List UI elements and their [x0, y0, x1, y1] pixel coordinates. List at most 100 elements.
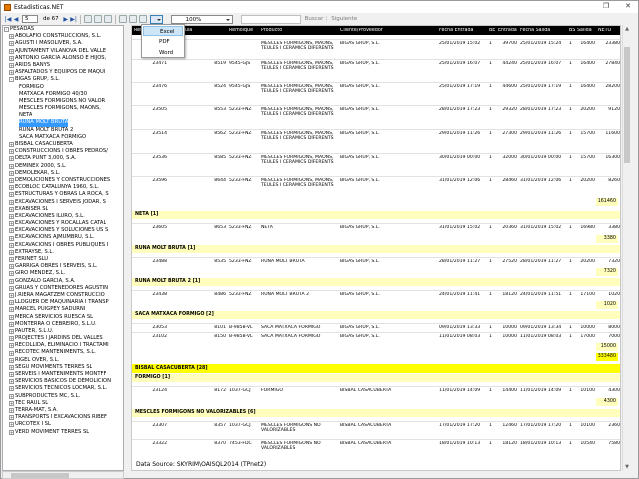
tree-item[interactable]: + TEC RAUL SL [3, 400, 123, 407]
column-header[interactable]: NETO [598, 28, 620, 33]
refresh-icon[interactable] [103, 15, 112, 23]
column-header[interactable]: BS [569, 28, 577, 33]
expand-icon[interactable]: + [9, 379, 14, 385]
expand-icon[interactable]: + [9, 242, 14, 248]
scroll-thumb[interactable] [624, 47, 630, 163]
expand-icon[interactable]: + [9, 34, 14, 40]
expand-icon[interactable]: + [9, 228, 14, 234]
expand-icon[interactable]: + [9, 185, 14, 191]
export-word-item[interactable]: Word [143, 48, 183, 58]
next-page-icon[interactable]: ▶ [62, 16, 70, 23]
tree-item[interactable]: + ASFALTADOS Y EQUIPOS DE MAQUI [3, 69, 123, 76]
tree-item[interactable]: + LLOGUER DE MAQUINARIA I TRANSP [3, 299, 123, 306]
tree-item[interactable]: + URCOTEX I SL [3, 421, 123, 428]
back-icon[interactable] [83, 15, 92, 23]
column-header[interactable]: Entrada [498, 28, 519, 33]
expand-icon[interactable]: + [9, 70, 14, 76]
tree-item[interactable]: + GONZALO GARCIA, S.A. [3, 278, 123, 285]
expand-icon[interactable]: + [9, 213, 14, 219]
tree-item[interactable]: + ARIDS BANYS [3, 62, 123, 69]
tree-item[interactable]: + ANTONIO GARCIA ALONSO E HIJOS, [3, 55, 123, 62]
expand-icon[interactable]: + [9, 55, 14, 61]
first-page-icon[interactable]: |◀ [4, 16, 12, 23]
tree-item[interactable]: + VERD MOVIMENT TERRES SL [3, 429, 123, 436]
expand-icon[interactable]: + [9, 328, 14, 334]
expand-icon[interactable]: + [9, 364, 14, 370]
column-header[interactable]: Producto [261, 28, 339, 33]
tree-item[interactable]: MESCLES FORMIGONS, MAONS, [3, 105, 123, 112]
find-text-input[interactable] [240, 14, 301, 24]
tree-item[interactable]: + EXTRAYSE, S.L. [3, 249, 123, 256]
expand-icon[interactable]: + [9, 343, 14, 349]
expand-icon[interactable]: + [9, 285, 14, 291]
tree-item[interactable]: + SERVICIOS BÁSICOS DE DEMOLICIÓN [3, 378, 123, 385]
tree-item[interactable]: + J.RIERA MAGATZEM CONSTRUCCIO [3, 292, 123, 299]
expand-icon[interactable]: + [9, 163, 14, 169]
page-setup-icon[interactable] [138, 15, 147, 23]
tree-item[interactable]: + FERINET SLU [3, 256, 123, 263]
expand-icon[interactable]: + [9, 271, 14, 277]
tree-item[interactable]: + EXCAVACIONS I OBRES PÚBLIQUES I [3, 242, 123, 249]
expand-icon[interactable]: + [9, 321, 14, 327]
expand-icon[interactable]: + [9, 336, 14, 342]
expand-icon[interactable]: + [9, 199, 14, 205]
column-header[interactable]: Salida [577, 28, 597, 33]
expand-icon[interactable]: + [9, 278, 14, 284]
tree-item[interactable]: + PAUTER, S.L.U. [3, 328, 123, 335]
close-icon[interactable]: ✕ [622, 2, 634, 10]
expand-icon[interactable]: + [9, 264, 14, 270]
tree-item[interactable]: + TRANSPORTS I EXCAVACIONS RIBEF [3, 414, 123, 421]
expand-icon[interactable]: + [9, 400, 14, 406]
expand-icon[interactable]: + [9, 48, 14, 54]
tree-item[interactable]: + AGUSTI I MASOLIVER, S.A. [3, 40, 123, 47]
expand-icon[interactable]: + [9, 422, 14, 428]
scroll-down-icon[interactable]: ▼ [624, 464, 630, 470]
expand-icon[interactable]: + [9, 300, 14, 306]
tree-item[interactable]: - BIGAS GRUP, S.L. [3, 76, 123, 83]
expand-icon[interactable]: + [9, 429, 14, 435]
tree-item[interactable]: + ESTRUCTURAS Y OBRAS LA ROCA, S [3, 191, 123, 198]
expand-icon[interactable]: + [9, 249, 14, 255]
expand-icon[interactable]: + [9, 170, 14, 176]
expand-icon[interactable]: + [9, 63, 14, 69]
tree-item[interactable]: + GARRIGA OBRES I SERVEIS, S.L. [3, 263, 123, 270]
export-excel-item[interactable]: Excel [143, 26, 183, 36]
tree-item[interactable]: + MARCEL PUIGPEY SADURNI [3, 306, 123, 313]
expand-icon[interactable]: + [9, 178, 14, 184]
tree-item[interactable]: - PESADAS [3, 26, 123, 33]
tree-item[interactable]: + DEMOLEKAR, S.L. [3, 170, 123, 177]
collapse-icon[interactable]: - [4, 27, 9, 33]
tree-item[interactable]: MESCLES FORMIGONS NO VALOR [3, 98, 123, 105]
tree-item[interactable]: RUNA MOLT BRUTA 2 [3, 127, 123, 134]
tree-item[interactable]: + EXCAVACIONES Y SOLUCIONES US S [3, 227, 123, 234]
tree-horizontal-scrollbar[interactable] [2, 471, 124, 479]
previous-page-icon[interactable]: ◀ [12, 16, 20, 23]
expand-icon[interactable]: + [9, 415, 14, 421]
expand-icon[interactable]: + [9, 393, 14, 399]
tree-item[interactable]: SACA MATXACA FORMIGO [3, 134, 123, 141]
expand-icon[interactable]: + [9, 372, 14, 378]
column-header[interactable]: Cliente/Proveedor [340, 28, 438, 33]
expand-icon[interactable]: + [9, 156, 14, 162]
tree-item[interactable]: + DEMOLICIONES Y CONSTRUCCIONES [3, 177, 123, 184]
tree-item[interactable]: + EXCAVACIONES I SERVEIS JODAR, S [3, 199, 123, 206]
find-button[interactable]: Buscar [305, 16, 324, 22]
expand-icon[interactable]: + [9, 257, 14, 263]
print-icon[interactable] [118, 15, 127, 23]
collapse-icon[interactable]: - [9, 77, 14, 83]
tree-item[interactable]: + BISBAL CASACUBERTA [3, 141, 123, 148]
tree-item[interactable]: FORMIGO [3, 84, 123, 91]
page-number-input[interactable]: 5 [22, 15, 38, 23]
column-header[interactable]: Fecha Entrada [439, 28, 488, 33]
expand-icon[interactable]: + [9, 41, 14, 47]
expand-icon[interactable]: + [9, 408, 14, 414]
tree-item[interactable]: + SEGU MOVIMENTS TERRES SL [3, 364, 123, 371]
tree-item[interactable]: + MONTERRA O CEBREIRO, S.L.U. [3, 321, 123, 328]
stop-icon[interactable] [93, 15, 102, 23]
tree-item[interactable]: + SERVICIOS TECNICOS LOCMAR, S.L. [3, 385, 123, 392]
client-tree[interactable]: - PESADAS + ABOLAFIO CONSTRUCCIONS, S.L. + AG… [2, 25, 124, 471]
tree-item[interactable]: + SERVEIS I MANTENIMENTS MONTFF [3, 371, 123, 378]
report-vertical-scrollbar[interactable]: ▲ ▼ [622, 25, 631, 471]
expand-icon[interactable]: + [9, 350, 14, 356]
tree-item[interactable]: + DELTA PUNT 3,000, S.A. [3, 155, 123, 162]
